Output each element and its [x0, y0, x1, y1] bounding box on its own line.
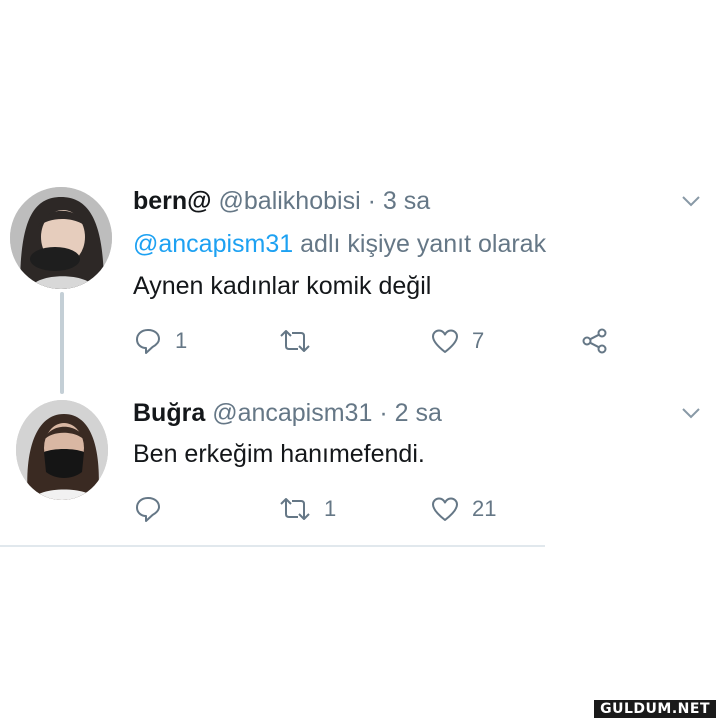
chevron-down-icon[interactable] — [680, 402, 702, 424]
heart-icon — [432, 329, 458, 353]
separator-dot: · — [379, 399, 388, 427]
display-name[interactable]: bern@ — [133, 187, 212, 215]
watermark: GULDUM.NET — [594, 700, 716, 718]
tweet-header: Buğra @ancapism31 · 2 sa — [133, 399, 442, 428]
share-icon — [582, 328, 607, 354]
display-name[interactable]: Buğra — [133, 399, 205, 427]
reply-mention-link[interactable]: @ancapism31 — [133, 230, 293, 258]
tweet-header: bern@ @balikhobisi · 3 sa — [133, 187, 430, 216]
timestamp[interactable]: 2 sa — [395, 399, 442, 427]
retweet-button[interactable]: 1 — [278, 494, 336, 524]
replying-to: @ancapism31 adlı kişiye yanıt olarak — [133, 230, 546, 259]
tweet-text: Ben erkeğim hanımefendi. — [133, 440, 425, 468]
reply-suffix-text: adlı kişiye yanıt olarak — [300, 230, 547, 258]
avatar[interactable] — [16, 400, 108, 500]
reply-count: 1 — [175, 328, 188, 353]
like-count: 21 — [472, 496, 497, 521]
reply-button[interactable] — [133, 494, 175, 524]
share-button[interactable] — [580, 326, 610, 356]
reply-icon — [136, 329, 160, 354]
chevron-down-icon[interactable] — [680, 190, 702, 212]
username-handle[interactable]: @balikhobisi — [219, 187, 361, 215]
retweet-count: 1 — [324, 496, 337, 521]
reply-icon — [136, 497, 160, 522]
like-button[interactable]: 7 — [430, 326, 484, 356]
username-handle[interactable]: @ancapism31 — [212, 399, 372, 427]
like-count: 7 — [472, 328, 485, 353]
retweet-icon — [280, 498, 310, 520]
retweet-icon — [280, 330, 310, 352]
timestamp[interactable]: 3 sa — [383, 187, 430, 215]
reply-button[interactable]: 1 — [133, 326, 187, 356]
divider — [0, 545, 545, 547]
thread-line — [60, 292, 64, 394]
avatar[interactable] — [10, 187, 112, 289]
separator-dot: · — [367, 187, 376, 215]
like-button[interactable]: 21 — [430, 494, 496, 524]
heart-icon — [432, 497, 458, 521]
retweet-button[interactable] — [278, 326, 324, 356]
tweet-text: Aynen kadınlar komik değil — [133, 272, 432, 300]
